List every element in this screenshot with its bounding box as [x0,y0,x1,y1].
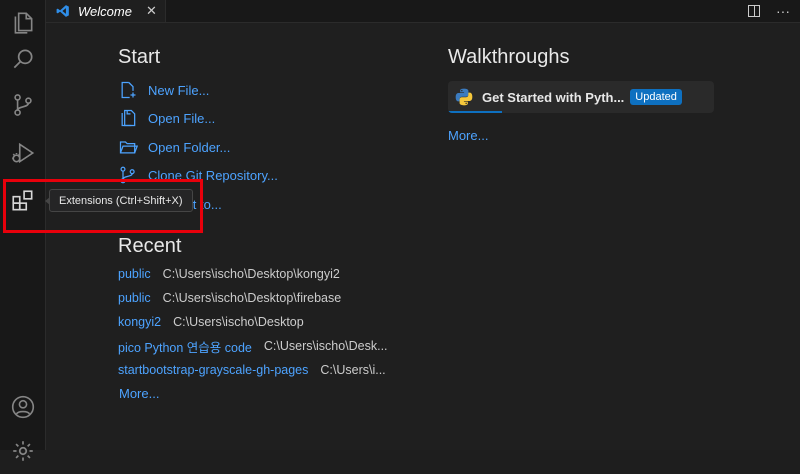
gear-icon [13,441,33,461]
walkthrough-card-title: Get Started with Pyth... [482,89,625,105]
recent-title: Recent [118,235,182,257]
run-debug-button[interactable] [0,130,46,176]
manage-button[interactable] [0,428,46,474]
search-icon [13,49,33,69]
editor-area: Welcome ✕ ··· Start New File... Open Fil… [46,0,800,450]
new-file-icon [121,81,136,99]
open-folder-link[interactable]: Open Folder... [118,137,230,157]
source-control-button[interactable] [0,82,46,128]
tab-bar: Welcome ✕ ··· [46,0,800,23]
extensions-icon [12,190,33,211]
source-control-icon [14,94,32,116]
open-folder-icon [119,141,138,154]
recent-item[interactable]: kongyi2 C:\Users\ischo\Desktop [118,313,304,331]
walkthrough-card-python[interactable]: Get Started with Pyth... Updated [448,81,714,113]
tab-label: Welcome [78,3,132,19]
updated-badge: Updated [630,89,682,105]
tab-actions: ··· [748,0,790,22]
tooltip-text: Extensions (Ctrl+Shift+X) [59,194,183,207]
account-icon [11,395,35,419]
walkthrough-progress-bar [448,111,502,113]
files-icon [14,12,33,34]
vscode-logo-icon [56,5,69,17]
tab-welcome[interactable]: Welcome ✕ [46,0,166,22]
split-editor-icon[interactable] [748,5,760,17]
recent-item[interactable]: public C:\Users\ischo\Desktop\firebase [118,289,341,307]
open-file-icon [121,109,136,127]
accounts-button[interactable] [0,384,46,430]
run-debug-icon [12,142,35,164]
walkthroughs-more-link[interactable]: More... [448,128,488,143]
clone-git-link[interactable]: Clone Git Repository... [118,165,278,185]
recent-item[interactable]: public C:\Users\ischo\Desktop\kongyi2 [118,265,340,283]
extensions-button[interactable] [0,178,46,224]
extensions-tooltip: Extensions (Ctrl+Shift+X) [45,189,193,212]
python-logo-icon [455,88,473,106]
recent-item[interactable]: pico Python 연습용 code C:\Users\ischo\Desk… [118,337,388,355]
open-file-link[interactable]: Open File... [118,108,215,128]
search-button[interactable] [0,36,46,82]
more-actions-icon[interactable]: ··· [776,3,790,19]
new-file-link[interactable]: New File... [118,80,209,100]
start-title: Start [118,46,161,68]
recent-item[interactable]: startbootstrap-grayscale-gh-pages C:\Use… [118,361,386,379]
git-clone-icon [120,166,135,184]
close-icon[interactable]: ✕ [146,3,157,19]
recent-more-link[interactable]: More... [119,386,159,401]
walkthroughs-title: Walkthroughs [448,46,570,68]
activity-bar [0,0,46,461]
